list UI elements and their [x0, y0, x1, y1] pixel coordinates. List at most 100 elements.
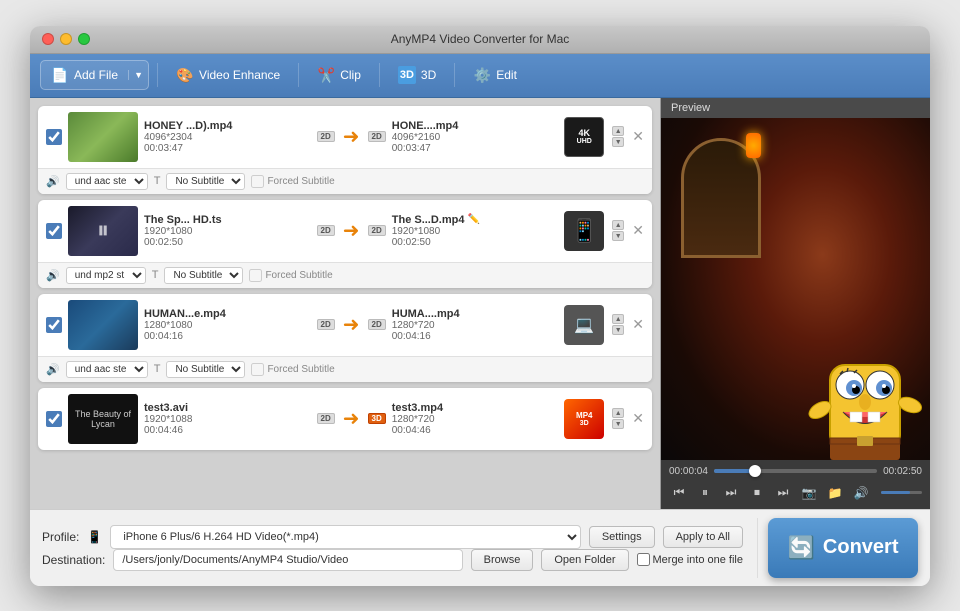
- forced-subtitle-checkbox-2[interactable]: [249, 269, 262, 282]
- add-file-button[interactable]: 📄 Add File ▼: [40, 60, 149, 90]
- subtitle-icon-2: T: [152, 269, 159, 281]
- input-badge-3: 2D: [317, 319, 335, 330]
- audio-select-1[interactable]: und aac ste: [66, 173, 148, 190]
- close-file-4[interactable]: ✕: [632, 410, 644, 427]
- open-folder-button[interactable]: Open Folder: [541, 549, 628, 571]
- browse-button[interactable]: Browse: [471, 549, 534, 571]
- preview-video: [661, 118, 930, 460]
- audio-icon-1: 🔊: [46, 175, 60, 188]
- close-file-1[interactable]: ✕: [632, 128, 644, 145]
- convert-section: 🔄 Convert: [757, 518, 918, 578]
- scroll-up-2[interactable]: ▲: [612, 220, 624, 230]
- add-file-main[interactable]: 📄 Add File: [41, 61, 128, 89]
- convert-label: Convert: [823, 536, 899, 559]
- format-badge-2: 📱: [564, 211, 604, 251]
- player-buttons: ⏮ ⏸ ⏭ ⏹ ⏭ 📷 📁 🔊: [669, 483, 922, 503]
- file-checkbox-1[interactable]: [46, 129, 62, 145]
- maximize-button[interactable]: [78, 33, 90, 45]
- output-info-3: HUMA....mp4 1280*720 00:04:16: [392, 308, 559, 342]
- file-controls-2: 🔊 und mp2 st T No Subtitle Forced Subtit…: [38, 262, 652, 288]
- subtitle-icon-3: T: [154, 363, 161, 375]
- play-pause-button[interactable]: ⏸: [695, 483, 715, 503]
- scroll-arrows-4: ▲ ▼: [612, 408, 624, 429]
- convert-button[interactable]: 🔄 Convert: [768, 518, 918, 578]
- fast-forward-button[interactable]: ⏭: [721, 483, 741, 503]
- minimize-button[interactable]: [60, 33, 72, 45]
- scroll-down-3[interactable]: ▼: [612, 325, 624, 335]
- destination-input[interactable]: [113, 549, 462, 571]
- file-meta-4: 1920*1088 00:04:46: [144, 414, 311, 436]
- file-item-1-main: HONEY ...D).mp4 4096*2304 00:03:47 2D ➜ …: [38, 106, 652, 168]
- 3d-button[interactable]: 3D 3D: [388, 61, 446, 89]
- scroll-down-2[interactable]: ▼: [612, 231, 624, 241]
- bottom-bar: Profile: 📱 iPhone 6 Plus/6 H.264 HD Vide…: [30, 509, 930, 586]
- scroll-arrows-2: ▲ ▼: [612, 220, 624, 241]
- file-controls-1: 🔊 und aac ste T No Subtitle Forced Subti…: [38, 168, 652, 194]
- settings-button[interactable]: Settings: [589, 526, 655, 548]
- subtitle-select-2[interactable]: No Subtitle: [164, 267, 243, 284]
- file-thumbnail-2: ⏸: [68, 206, 138, 256]
- profile-select[interactable]: iPhone 6 Plus/6 H.264 HD Video(*.mp4): [110, 525, 581, 549]
- scroll-arrows-3: ▲ ▼: [612, 314, 624, 335]
- output-badge-2: 2D: [368, 225, 386, 236]
- progress-bar[interactable]: [714, 469, 877, 473]
- input-badge-2: 2D: [317, 225, 335, 236]
- file-item-2: ⏸ The Sp... HD.ts 1920*1080 00:02:50 2D …: [38, 200, 652, 288]
- merge-label: Merge into one file: [637, 553, 744, 566]
- spongebob-figure: [805, 310, 925, 460]
- file-info-3: HUMAN...e.mp4 1280*1080 00:04:16: [144, 308, 311, 342]
- scroll-up-3[interactable]: ▲: [612, 314, 624, 324]
- subtitle-select-1[interactable]: No Subtitle: [166, 173, 245, 190]
- output-meta-4: 1280*720 00:04:46: [392, 414, 559, 436]
- stop-button[interactable]: ⏹: [747, 483, 767, 503]
- forced-subtitle-checkbox-1[interactable]: [251, 175, 264, 188]
- close-button[interactable]: [42, 33, 54, 45]
- audio-select-3[interactable]: und aac ste: [66, 361, 148, 378]
- folder-button[interactable]: 📁: [825, 483, 845, 503]
- subtitle-select-3[interactable]: No Subtitle: [166, 361, 245, 378]
- skip-forward-button[interactable]: ⏭: [773, 483, 793, 503]
- scroll-down-4[interactable]: ▼: [612, 419, 624, 429]
- close-file-2[interactable]: ✕: [632, 222, 644, 239]
- volume-icon[interactable]: 🔊: [851, 483, 871, 503]
- toolbar-divider-1: [157, 63, 158, 87]
- edit-output-name-2[interactable]: ✏️: [468, 214, 480, 225]
- merge-checkbox[interactable]: [637, 553, 650, 566]
- arrow-icon-1: ➜: [343, 124, 360, 149]
- edit-icon: ⚙️: [473, 66, 491, 84]
- output-meta-3: 1280*720 00:04:16: [392, 320, 559, 342]
- file-info-1: HONEY ...D).mp4 4096*2304 00:03:47: [144, 120, 311, 154]
- output-name-3: HUMA....mp4: [392, 308, 559, 320]
- convert-icon: 🔄: [788, 535, 815, 561]
- audio-icon-3: 🔊: [46, 363, 60, 376]
- file-checkbox-3[interactable]: [46, 317, 62, 333]
- audio-select-2[interactable]: und mp2 st: [66, 267, 146, 284]
- file-checkbox-2[interactable]: [46, 223, 62, 239]
- window-title: AnyMP4 Video Converter for Mac: [391, 32, 570, 46]
- screenshot-button[interactable]: 📷: [799, 483, 819, 503]
- video-enhance-button[interactable]: 🎨 Video Enhance: [166, 61, 290, 89]
- apply-to-all-button[interactable]: Apply to All: [663, 526, 743, 548]
- scroll-down-1[interactable]: ▼: [612, 137, 624, 147]
- clip-button[interactable]: ✂️ Clip: [307, 61, 371, 89]
- scroll-arrows-1: ▲ ▼: [612, 126, 624, 147]
- forced-subtitle-checkbox-3[interactable]: [251, 363, 264, 376]
- skip-back-button[interactable]: ⏮: [669, 483, 689, 503]
- file-checkbox-4[interactable]: [46, 411, 62, 427]
- file-meta-1: 4096*2304 00:03:47: [144, 132, 311, 154]
- volume-bar[interactable]: [881, 491, 922, 494]
- file-name-2: The Sp... HD.ts: [144, 214, 311, 226]
- output-name-4: test3.mp4: [392, 402, 559, 414]
- close-file-3[interactable]: ✕: [632, 316, 644, 333]
- scroll-up-4[interactable]: ▲: [612, 408, 624, 418]
- add-file-dropdown-arrow[interactable]: ▼: [128, 70, 148, 80]
- scroll-up-1[interactable]: ▲: [612, 126, 624, 136]
- format-badge-1: 4K UHD: [564, 117, 604, 157]
- format-badge-4: MP4 3D: [564, 399, 604, 439]
- output-meta-2: 1920*1080 00:02:50: [392, 226, 559, 248]
- video-enhance-label: Video Enhance: [199, 68, 280, 82]
- main-window: AnyMP4 Video Converter for Mac 📄 Add Fil…: [30, 26, 930, 586]
- file-thumbnail-1: [68, 112, 138, 162]
- output-badge-3: 2D: [368, 319, 386, 330]
- edit-button[interactable]: ⚙️ Edit: [463, 61, 527, 89]
